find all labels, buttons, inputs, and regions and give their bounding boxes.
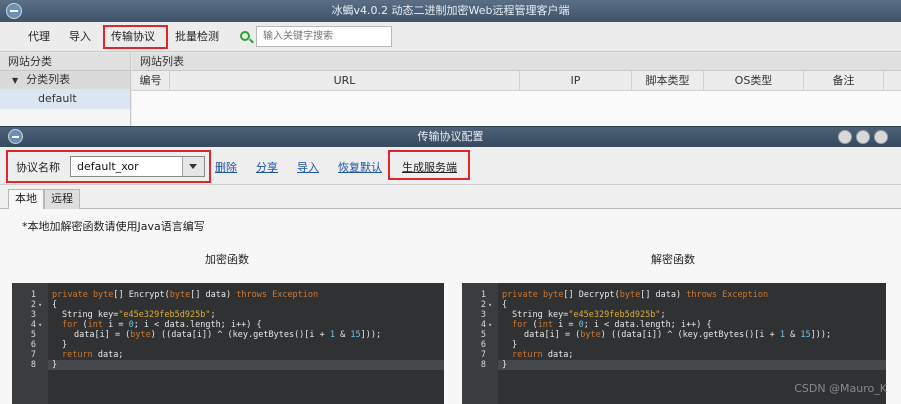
current-line-highlight: [48, 360, 444, 370]
site-table-header: 编号 URL IP 脚本类型 OS类型 备注: [132, 71, 901, 91]
code-line-4: for (int i = 0; i < data.length; i++) {: [512, 320, 712, 330]
code-line-8: }: [502, 360, 508, 370]
code-line-1: private byte[] Decrypt(byte[] data) thro…: [502, 290, 769, 300]
code-line-5: data[i] = (byte) ((data[i]) ^ (key.getBy…: [524, 330, 832, 340]
line-number: 6: [30, 340, 36, 350]
generate-highlight-box: 生成服务端: [388, 150, 470, 180]
column-remark[interactable]: 备注: [804, 71, 884, 91]
category-header: 网站分类: [0, 53, 130, 71]
import-menu[interactable]: 导入: [69, 28, 91, 46]
encrypt-header: 加密函数: [205, 253, 249, 266]
current-line-highlight: [498, 360, 886, 370]
search-icon[interactable]: [240, 31, 250, 41]
main-titlebar: 冰蝎v4.0.2 动态二进制加密Web远程管理客户端: [0, 0, 901, 22]
dialog-logo-icon: [8, 129, 23, 144]
dialog-titlebar[interactable]: 传输协议配置: [0, 127, 901, 147]
batch-check-menu[interactable]: 批量检测: [175, 28, 219, 46]
tab-remote[interactable]: 远程: [44, 189, 80, 209]
site-list-header: 网站列表: [132, 53, 901, 71]
category-panel: 网站分类 ▼ 分类列表 default: [0, 53, 131, 133]
main-toolbar: 代理 导入 传输协议 批量检测: [0, 22, 901, 52]
line-number: 4: [480, 320, 486, 330]
fold-arrow-icon[interactable]: ▾: [488, 300, 492, 310]
line-number: 1: [480, 290, 486, 300]
reset-default-link[interactable]: 恢复默认: [338, 159, 382, 175]
line-number: 3: [30, 310, 36, 320]
category-group-label: 分类列表: [26, 73, 71, 86]
protocol-select[interactable]: default_xor: [70, 156, 205, 177]
code-line-4: for (int i = 0; i < data.length; i++) {: [62, 320, 262, 330]
delete-link[interactable]: 删除: [215, 159, 237, 175]
code-line-6: }: [512, 340, 518, 350]
line-number: 6: [480, 340, 486, 350]
line-number: 8: [480, 360, 486, 370]
fold-arrow-icon[interactable]: ▾: [38, 320, 42, 330]
code-line-3: String key="e45e329feb5d925b";: [62, 310, 216, 320]
share-link[interactable]: 分享: [256, 159, 278, 175]
column-script-type[interactable]: 脚本类型: [632, 71, 704, 91]
dialog-tabs: 本地 远程: [0, 185, 901, 210]
code-line-8: }: [52, 360, 58, 370]
code-line-2: {: [52, 300, 58, 310]
column-id[interactable]: 编号: [132, 71, 170, 91]
decrypt-header: 解密函数: [651, 253, 695, 266]
code-line-7: return data;: [62, 350, 124, 360]
search-input[interactable]: [256, 26, 392, 47]
watermark: CSDN @Mauro_K: [794, 382, 887, 395]
chevron-down-icon[interactable]: [182, 157, 204, 176]
generate-server-button[interactable]: 生成服务端: [402, 159, 457, 175]
fold-arrow-icon[interactable]: ▾: [488, 320, 492, 330]
maximize-icon[interactable]: [856, 130, 870, 144]
transport-config-dialog: 传输协议配置 协议名称 default_xor 删除 分享 导入 恢复默认 生成…: [0, 126, 901, 404]
column-ip[interactable]: IP: [520, 71, 632, 91]
code-line-7: return data;: [512, 350, 574, 360]
transport-protocol-menu[interactable]: 传输协议: [111, 28, 155, 46]
line-number: 4: [30, 320, 36, 330]
caret-down-icon[interactable]: ▼: [12, 72, 18, 90]
line-number: 3: [480, 310, 486, 320]
fold-arrow-icon[interactable]: ▾: [38, 300, 42, 310]
main-window-title: 冰蝎v4.0.2 动态二进制加密Web远程管理客户端: [331, 4, 570, 17]
line-number: 7: [480, 350, 486, 360]
protocol-highlight-box: 协议名称 default_xor: [6, 150, 211, 183]
line-number: 1: [30, 290, 36, 300]
dialog-title: 传输协议配置: [417, 130, 484, 143]
tab-local[interactable]: 本地: [8, 189, 44, 210]
import-link[interactable]: 导入: [297, 159, 319, 175]
dialog-toolbar: 协议名称 default_xor 删除 分享 导入 恢复默认 生成服务端: [0, 147, 901, 185]
java-note: *本地加解密函数请使用Java语言编写: [22, 220, 205, 233]
line-number: 2: [480, 300, 486, 310]
line-number: 8: [30, 360, 36, 370]
code-line-3: String key="e45e329feb5d925b";: [512, 310, 666, 320]
site-list-panel: 网站列表 编号 URL IP 脚本类型 OS类型 备注: [132, 53, 901, 133]
close-icon[interactable]: [874, 130, 888, 144]
column-url[interactable]: URL: [170, 71, 520, 91]
minimize-icon[interactable]: [838, 130, 852, 144]
column-os-type[interactable]: OS类型: [704, 71, 804, 91]
line-number: 5: [480, 330, 486, 340]
tab-content: *本地加解密函数请使用Java语言编写 加密函数 解密函数 1 2 3 4 5 …: [0, 209, 901, 404]
code-line-1: private byte[] Encrypt(byte[] data) thro…: [52, 290, 319, 300]
line-number: 5: [30, 330, 36, 340]
code-line-2: {: [502, 300, 508, 310]
line-number: 2: [30, 300, 36, 310]
category-group[interactable]: ▼ 分类列表: [0, 71, 130, 89]
proxy-menu[interactable]: 代理: [28, 28, 50, 46]
app-logo-icon: [6, 3, 22, 19]
encrypt-code-editor[interactable]: 1 2 3 4 5 6 7 8 ▾ ▾ private byte[] Encry…: [12, 283, 444, 404]
protocol-name-label: 协议名称: [16, 161, 60, 174]
category-item-default[interactable]: default: [0, 89, 130, 109]
code-line-5: data[i] = (byte) ((data[i]) ^ (key.getBy…: [74, 330, 382, 340]
protocol-select-value: default_xor: [77, 160, 139, 173]
line-number: 7: [30, 350, 36, 360]
code-line-6: }: [62, 340, 68, 350]
